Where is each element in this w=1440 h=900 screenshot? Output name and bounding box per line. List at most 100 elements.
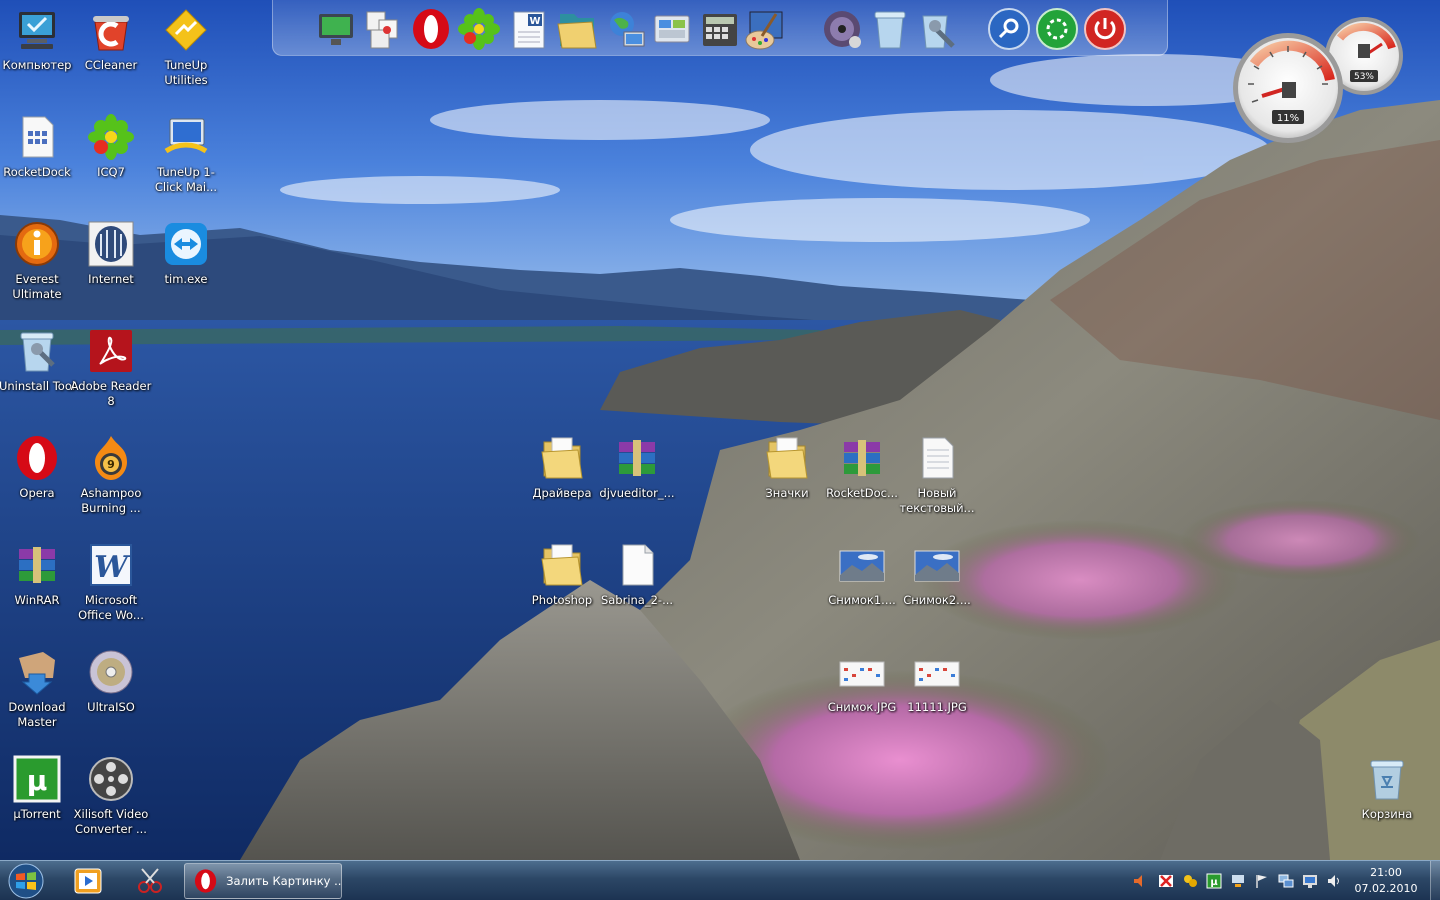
gauge-dials: 53% 11% — [1233, 17, 1403, 143]
desktop-icon-internet[interactable]: Internet — [73, 220, 149, 287]
network-icon[interactable] — [1278, 873, 1294, 889]
dock-item-calculator[interactable] — [697, 6, 743, 52]
desktop-icon-snimok2[interactable]: Снимок2.... — [899, 541, 975, 608]
dock-item-opera[interactable] — [408, 6, 454, 52]
desktop-icon-utorrent[interactable]: µ µTorrent — [0, 755, 75, 822]
winrar-icon — [19, 547, 55, 583]
desktop-icon-tim-exe[interactable]: tim.exe — [148, 220, 224, 287]
restart-icon — [1036, 8, 1078, 50]
folder-icon — [766, 437, 808, 479]
desktop-icon-icq[interactable]: ICQ7 — [73, 113, 149, 180]
desktop-icon-ultraiso[interactable]: UltraISO — [73, 648, 149, 715]
uninstall-tool-icon — [20, 332, 55, 372]
media-player-quicklaunch-icon[interactable] — [72, 865, 104, 897]
dock-item-icq[interactable] — [456, 6, 502, 52]
desktop-icon-tuneup-1click[interactable]: TuneUp 1-Click Mai... — [148, 113, 224, 195]
desktop-icon-label: µTorrent — [13, 807, 61, 821]
desktop-icon-new-text-file[interactable]: Новый текстовый... — [899, 434, 975, 516]
svg-text:W: W — [94, 550, 131, 585]
desktop-icon-rocketdock[interactable]: RocketDock — [0, 113, 75, 180]
screenshot-thumbnail-icon — [839, 661, 885, 687]
desktop-icon-label: RocketDock — [3, 165, 71, 179]
dock-item-search[interactable] — [986, 6, 1032, 52]
tuneup-icon — [165, 9, 207, 51]
clock-date: 07.02.2010 — [1354, 882, 1418, 895]
search-icon — [988, 8, 1030, 50]
desktop-icon-label: Internet — [88, 272, 134, 286]
ccleaner-icon — [93, 16, 129, 51]
desktop-icon-djvueditor[interactable]: djvueditor_... — [599, 434, 675, 501]
app-icon[interactable]: µ — [1206, 873, 1222, 889]
desktop-icon-drivers-folder[interactable]: Драйвера — [524, 434, 600, 501]
desktop-icon-snimok1[interactable]: Снимок1.... — [824, 541, 900, 608]
antivirus-icon[interactable] — [1158, 873, 1174, 889]
ashampoo-icon: 9 — [95, 436, 127, 480]
desktop-icon-download-master[interactable]: Download Master — [0, 648, 75, 730]
adobe-reader-icon — [90, 330, 132, 372]
rocket-dock: W — [272, 0, 1168, 56]
word-icon: W — [90, 544, 132, 586]
desktop-icon-recycle-bin[interactable]: Корзина — [1349, 755, 1425, 822]
desktop-icon-11111-jpg[interactable]: 11111.JPG — [899, 648, 975, 715]
dock-item-folder[interactable] — [554, 6, 600, 52]
desktop-icon-label: Opera — [19, 486, 55, 500]
desktop-icon-sabrina-file[interactable]: Sabrina_2-... — [599, 541, 675, 608]
flag-icon[interactable] — [1254, 873, 1270, 889]
desktop-icon-ccleaner[interactable]: CCleaner — [73, 6, 149, 73]
snipping-tool-quicklaunch-icon[interactable] — [134, 865, 166, 897]
desktop-icon-label: Download Master — [8, 700, 66, 729]
start-button[interactable] — [6, 862, 46, 900]
calculator-icon — [703, 14, 737, 46]
screenshot-thumbnail-icon — [914, 661, 960, 687]
taskbar-button-opera[interactable]: Залить Картинку ... — [184, 863, 342, 899]
dock-item-recycle-bin[interactable] — [867, 6, 913, 52]
desktop-icon-label: Uninstall Tool — [0, 379, 76, 393]
web-tools-icon — [366, 11, 398, 49]
internet-icon — [88, 221, 134, 267]
desktop-icon-photoshop-folder[interactable]: Photoshop — [524, 541, 600, 608]
speaker-icon[interactable] — [1326, 873, 1342, 889]
desktop-monitor-icon — [319, 14, 353, 45]
dock-item-network[interactable] — [602, 6, 648, 52]
desktop-icon-label: RocketDoc... — [826, 486, 898, 500]
dock-item-web[interactable] — [361, 6, 407, 52]
desktop-icon-label: Снимок.JPG — [827, 700, 897, 714]
power-icon — [1084, 8, 1126, 50]
desktop-icon-computer[interactable]: Компьютер — [0, 6, 75, 73]
desktop-icon-opera[interactable]: Opera — [0, 434, 75, 501]
desktop-icon-adobe-reader[interactable]: Adobe Reader 8 — [71, 327, 151, 409]
taskbar: Залить Картинку ... µ 21:00 07.02.2010 — [0, 860, 1440, 900]
clock[interactable]: 21:00 07.02.2010 — [1348, 865, 1424, 897]
dock-item-power[interactable] — [1082, 6, 1128, 52]
desktop-icon-snimok-jpg[interactable]: Снимок.JPG — [824, 648, 900, 715]
folder-icon — [541, 437, 583, 479]
show-desktop-button[interactable] — [1430, 861, 1440, 900]
desktop-icon-znachki-folder[interactable]: Значки — [749, 434, 825, 501]
desktop-icon-rocketdock-archive[interactable]: RocketDoc... — [824, 434, 900, 501]
opera-icon — [413, 9, 449, 49]
desktop-icon-word[interactable]: W Microsoft Office Wo... — [73, 541, 149, 623]
desktop-icon-winrar[interactable]: WinRAR — [0, 541, 75, 608]
volume-icon[interactable] — [1132, 873, 1148, 889]
dock-item-restart[interactable] — [1034, 6, 1080, 52]
desktop-icon-uninstall-tool[interactable]: Uninstall Tool — [0, 327, 75, 394]
desktop-icon-ashampoo[interactable]: 9 Ashampoo Burning ... — [73, 434, 149, 516]
desktop-icon-label: Everest Ultimate — [12, 272, 62, 301]
dock-item-paint[interactable] — [742, 6, 788, 52]
tools-icon — [922, 15, 955, 49]
cpu-meter-gadget[interactable]: 53% 11% — [1232, 14, 1408, 144]
desktop-icon-everest[interactable]: Everest Ultimate — [0, 220, 75, 302]
dock-item-word[interactable]: W — [506, 6, 552, 52]
icq-flower-icon — [458, 8, 500, 50]
display-icon[interactable] — [1302, 873, 1318, 889]
desktop-icon-tuneup-utilities[interactable]: TuneUp Utilities — [148, 6, 224, 88]
dock-item-tools[interactable] — [913, 6, 959, 52]
dock-item-media-player[interactable] — [819, 6, 865, 52]
dock-item-control-panel[interactable] — [649, 6, 695, 52]
network-share-icon[interactable] — [1230, 873, 1246, 889]
messenger-icon[interactable] — [1182, 873, 1198, 889]
dock-item-desktop[interactable] — [315, 6, 361, 52]
text-document-icon — [922, 437, 954, 479]
rar-archive-icon — [619, 440, 655, 476]
desktop-icon-xilisoft[interactable]: Xilisoft Video Converter ... — [73, 755, 149, 837]
